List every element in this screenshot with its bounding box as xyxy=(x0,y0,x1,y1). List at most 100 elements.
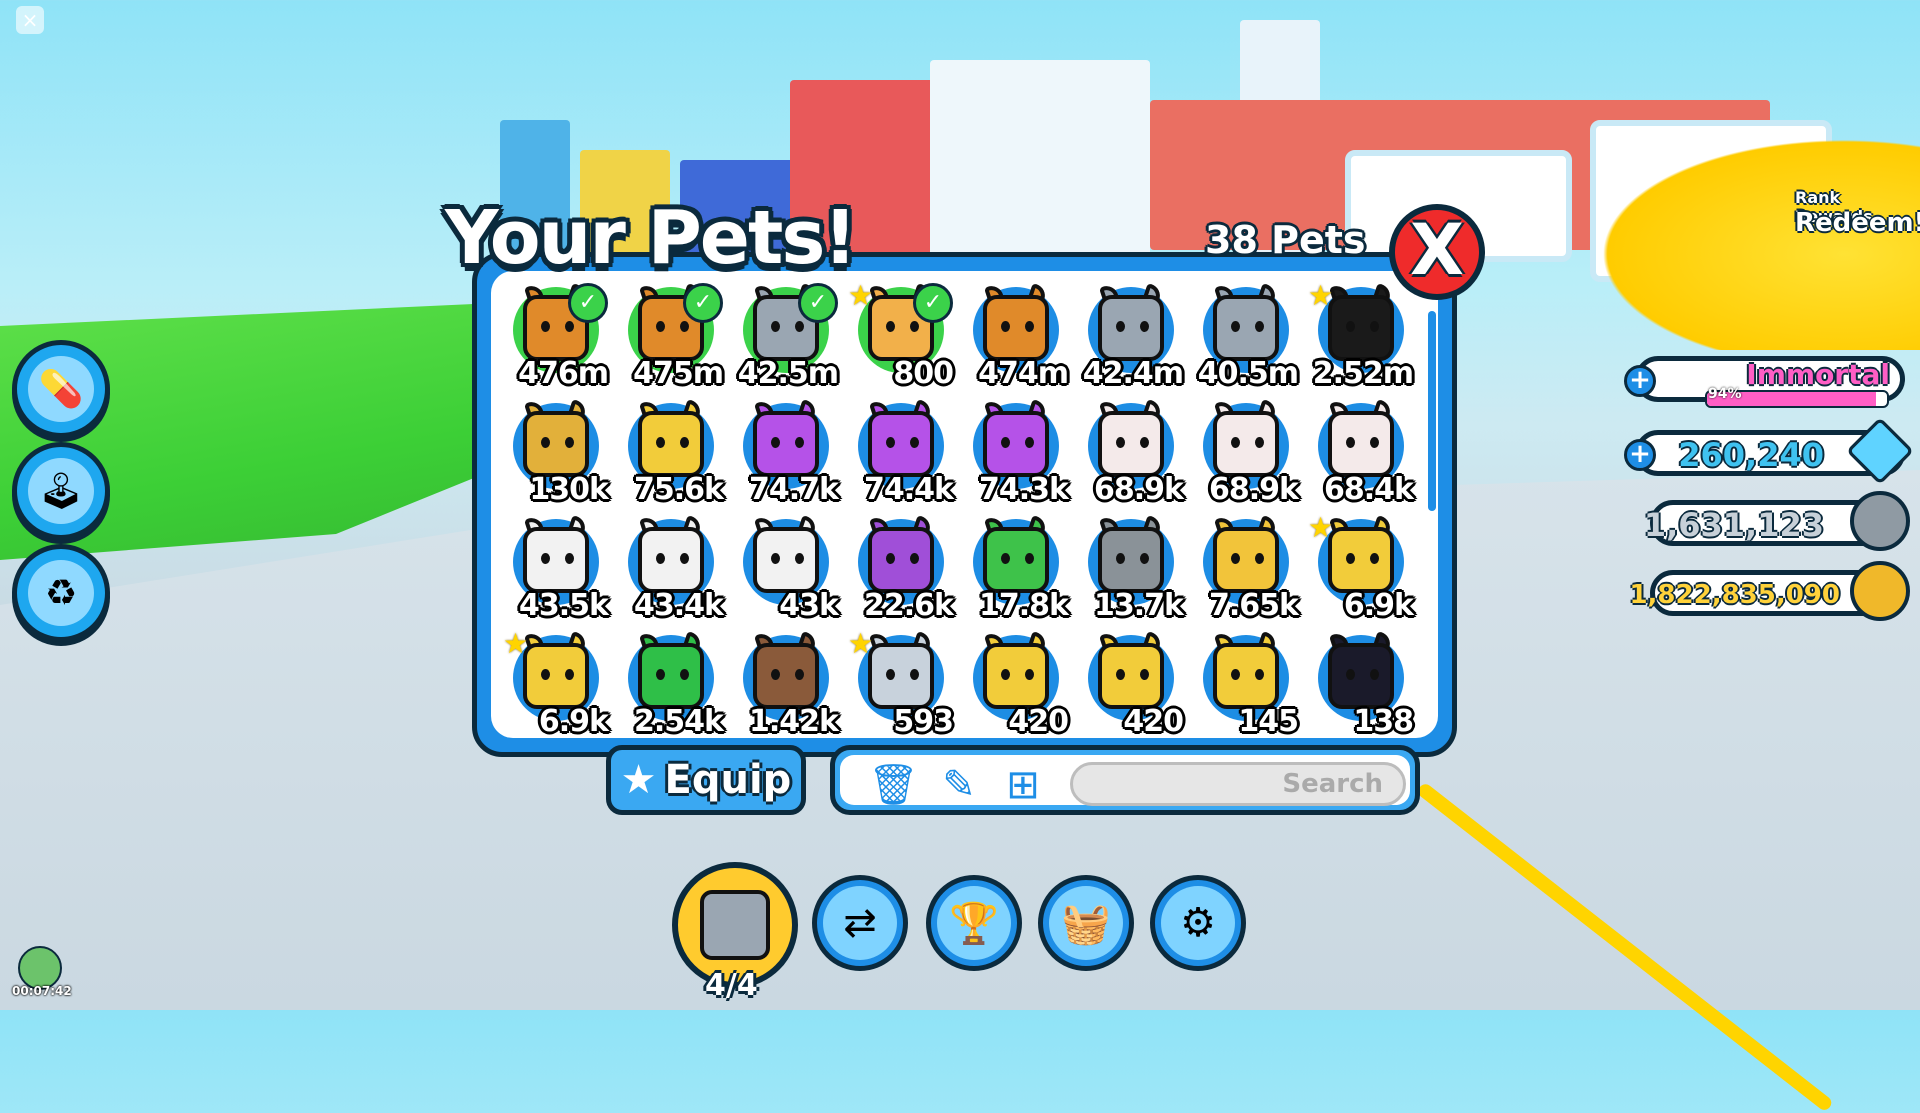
pet-value: 6.9k xyxy=(1343,588,1414,623)
capsule-icon: 💊 xyxy=(28,356,94,422)
pet-slot[interactable]: 22.6k xyxy=(844,509,959,625)
achievements-button[interactable]: 🏆 xyxy=(926,875,1022,971)
pet-eye xyxy=(795,437,804,448)
search-input[interactable] xyxy=(1073,765,1403,803)
tech-coin-icon xyxy=(1850,491,1910,551)
pet-slot[interactable]: 43k xyxy=(729,509,844,625)
pet-value: 593 xyxy=(893,704,954,738)
pet-slot[interactable]: ★ 593 xyxy=(844,625,959,738)
pet-eye xyxy=(910,669,919,680)
pet-icon xyxy=(1328,643,1394,709)
star-icon: ★ xyxy=(848,627,874,660)
pets-inventory[interactable]: ✓ 476m ✓ 475m ✓ 42.5m ★ ✓ 800 474m 42.4m 40.5m ★ 2.52… xyxy=(491,271,1438,738)
pet-slot[interactable]: ★ ✓ 800 xyxy=(844,277,959,393)
checkmark-icon: ✓ xyxy=(683,283,723,323)
pet-slot[interactable]: 13.7k xyxy=(1074,509,1189,625)
pet-icon xyxy=(523,527,589,593)
potion-button[interactable]: 💊 xyxy=(12,340,110,438)
pet-slot[interactable]: 138 xyxy=(1304,625,1419,738)
trade-button[interactable]: ⇄ xyxy=(812,875,908,971)
pet-eye xyxy=(656,669,665,680)
pet-slot[interactable]: 145 xyxy=(1189,625,1304,738)
equip-button[interactable]: ★ Equip xyxy=(606,745,806,815)
pet-slot[interactable]: ★ 6.9k xyxy=(499,625,614,738)
pet-slot[interactable]: 420 xyxy=(1074,625,1189,738)
grid-icon[interactable]: ⊞ xyxy=(1000,763,1046,807)
pet-eye xyxy=(795,669,804,680)
pet-eye xyxy=(1025,437,1034,448)
pet-slot[interactable]: 2.54k xyxy=(614,625,729,738)
pet-slot[interactable]: 17.8k xyxy=(959,509,1074,625)
pet-eye xyxy=(1025,321,1034,332)
shop-button[interactable]: 🧺 xyxy=(1038,875,1134,971)
pet-slot[interactable]: 68.9k xyxy=(1074,393,1189,509)
pet-eye xyxy=(565,321,574,332)
teleport-button[interactable]: ♻ xyxy=(12,544,110,642)
pet-icon xyxy=(983,527,1049,593)
pet-eye xyxy=(1370,437,1379,448)
joystick-button[interactable]: 🕹 xyxy=(12,442,110,540)
pet-icon xyxy=(1328,411,1394,477)
pet-eye xyxy=(771,553,780,564)
pet-slot[interactable]: 74.4k xyxy=(844,393,959,509)
pet-eye xyxy=(1255,437,1264,448)
page-title: Your Pets! xyxy=(445,195,857,281)
pet-eye xyxy=(1255,669,1264,680)
cat-pet-icon xyxy=(700,890,770,960)
pet-value: 145 xyxy=(1238,704,1299,738)
pet-eye xyxy=(1346,321,1355,332)
pet-slot[interactable]: 74.7k xyxy=(729,393,844,509)
checkmark-icon: ✓ xyxy=(913,283,953,323)
pet-slot[interactable]: 7.65k xyxy=(1189,509,1304,625)
toolbar-inner: 🗑 ✎ ⊞ xyxy=(840,755,1410,807)
menu-icon[interactable]: × xyxy=(16,6,44,34)
pet-slot[interactable]: 474m xyxy=(959,277,1074,393)
pet-value: 40.5m xyxy=(1197,356,1299,391)
pet-slot[interactable]: 68.9k xyxy=(1189,393,1304,509)
pet-value: 43.4k xyxy=(634,588,724,623)
pet-icon xyxy=(523,411,589,477)
pet-eye xyxy=(1231,669,1240,680)
pet-icon xyxy=(1098,643,1164,709)
pet-icon xyxy=(868,643,934,709)
pet-value: 74.3k xyxy=(979,472,1069,507)
pet-slot[interactable]: 130k xyxy=(499,393,614,509)
pet-eye xyxy=(565,553,574,564)
pet-eye xyxy=(656,437,665,448)
pet-slot[interactable]: 68.4k xyxy=(1304,393,1419,509)
pet-eye xyxy=(795,321,804,332)
pet-eye xyxy=(910,437,919,448)
search-field[interactable] xyxy=(1070,762,1406,806)
pet-slot[interactable]: ✓ 475m xyxy=(614,277,729,393)
pet-slot[interactable]: ✓ 476m xyxy=(499,277,614,393)
diamonds-value: 260,240 xyxy=(1678,436,1824,474)
pet-icon xyxy=(753,411,819,477)
pet-slot[interactable]: 1.42k xyxy=(729,625,844,738)
pet-slot[interactable]: 74.3k xyxy=(959,393,1074,509)
pet-slot[interactable]: 43.5k xyxy=(499,509,614,625)
pet-icon xyxy=(1098,295,1164,361)
pencil-icon[interactable]: ✎ xyxy=(936,763,982,807)
pet-slot[interactable]: 75.6k xyxy=(614,393,729,509)
redeem-button[interactable]: Redeem! xyxy=(1795,208,1920,238)
pet-icon xyxy=(983,643,1049,709)
scrollbar[interactable] xyxy=(1428,311,1436,511)
pet-slot[interactable]: ✓ 42.5m xyxy=(729,277,844,393)
pet-slot[interactable]: ★ 6.9k xyxy=(1304,509,1419,625)
plus-icon[interactable]: + xyxy=(1624,365,1656,397)
pet-value: 17.8k xyxy=(979,588,1069,623)
trophy-icon: 🏆 xyxy=(937,886,1011,960)
pet-slot[interactable]: 42.4m xyxy=(1074,277,1189,393)
close-button[interactable]: X xyxy=(1389,204,1485,300)
trash-icon[interactable]: 🗑 xyxy=(868,763,919,807)
pet-slot[interactable]: 40.5m xyxy=(1189,277,1304,393)
pet-slot[interactable]: ★ 2.52m xyxy=(1304,277,1419,393)
pet-eye xyxy=(680,669,689,680)
star-icon: ★ xyxy=(1308,511,1334,544)
pet-eye xyxy=(1140,553,1149,564)
plus-icon[interactable]: + xyxy=(1624,439,1656,471)
pet-eye xyxy=(1140,669,1149,680)
pet-slot[interactable]: 43.4k xyxy=(614,509,729,625)
settings-button[interactable]: ⚙ xyxy=(1150,875,1246,971)
pet-slot[interactable]: 420 xyxy=(959,625,1074,738)
